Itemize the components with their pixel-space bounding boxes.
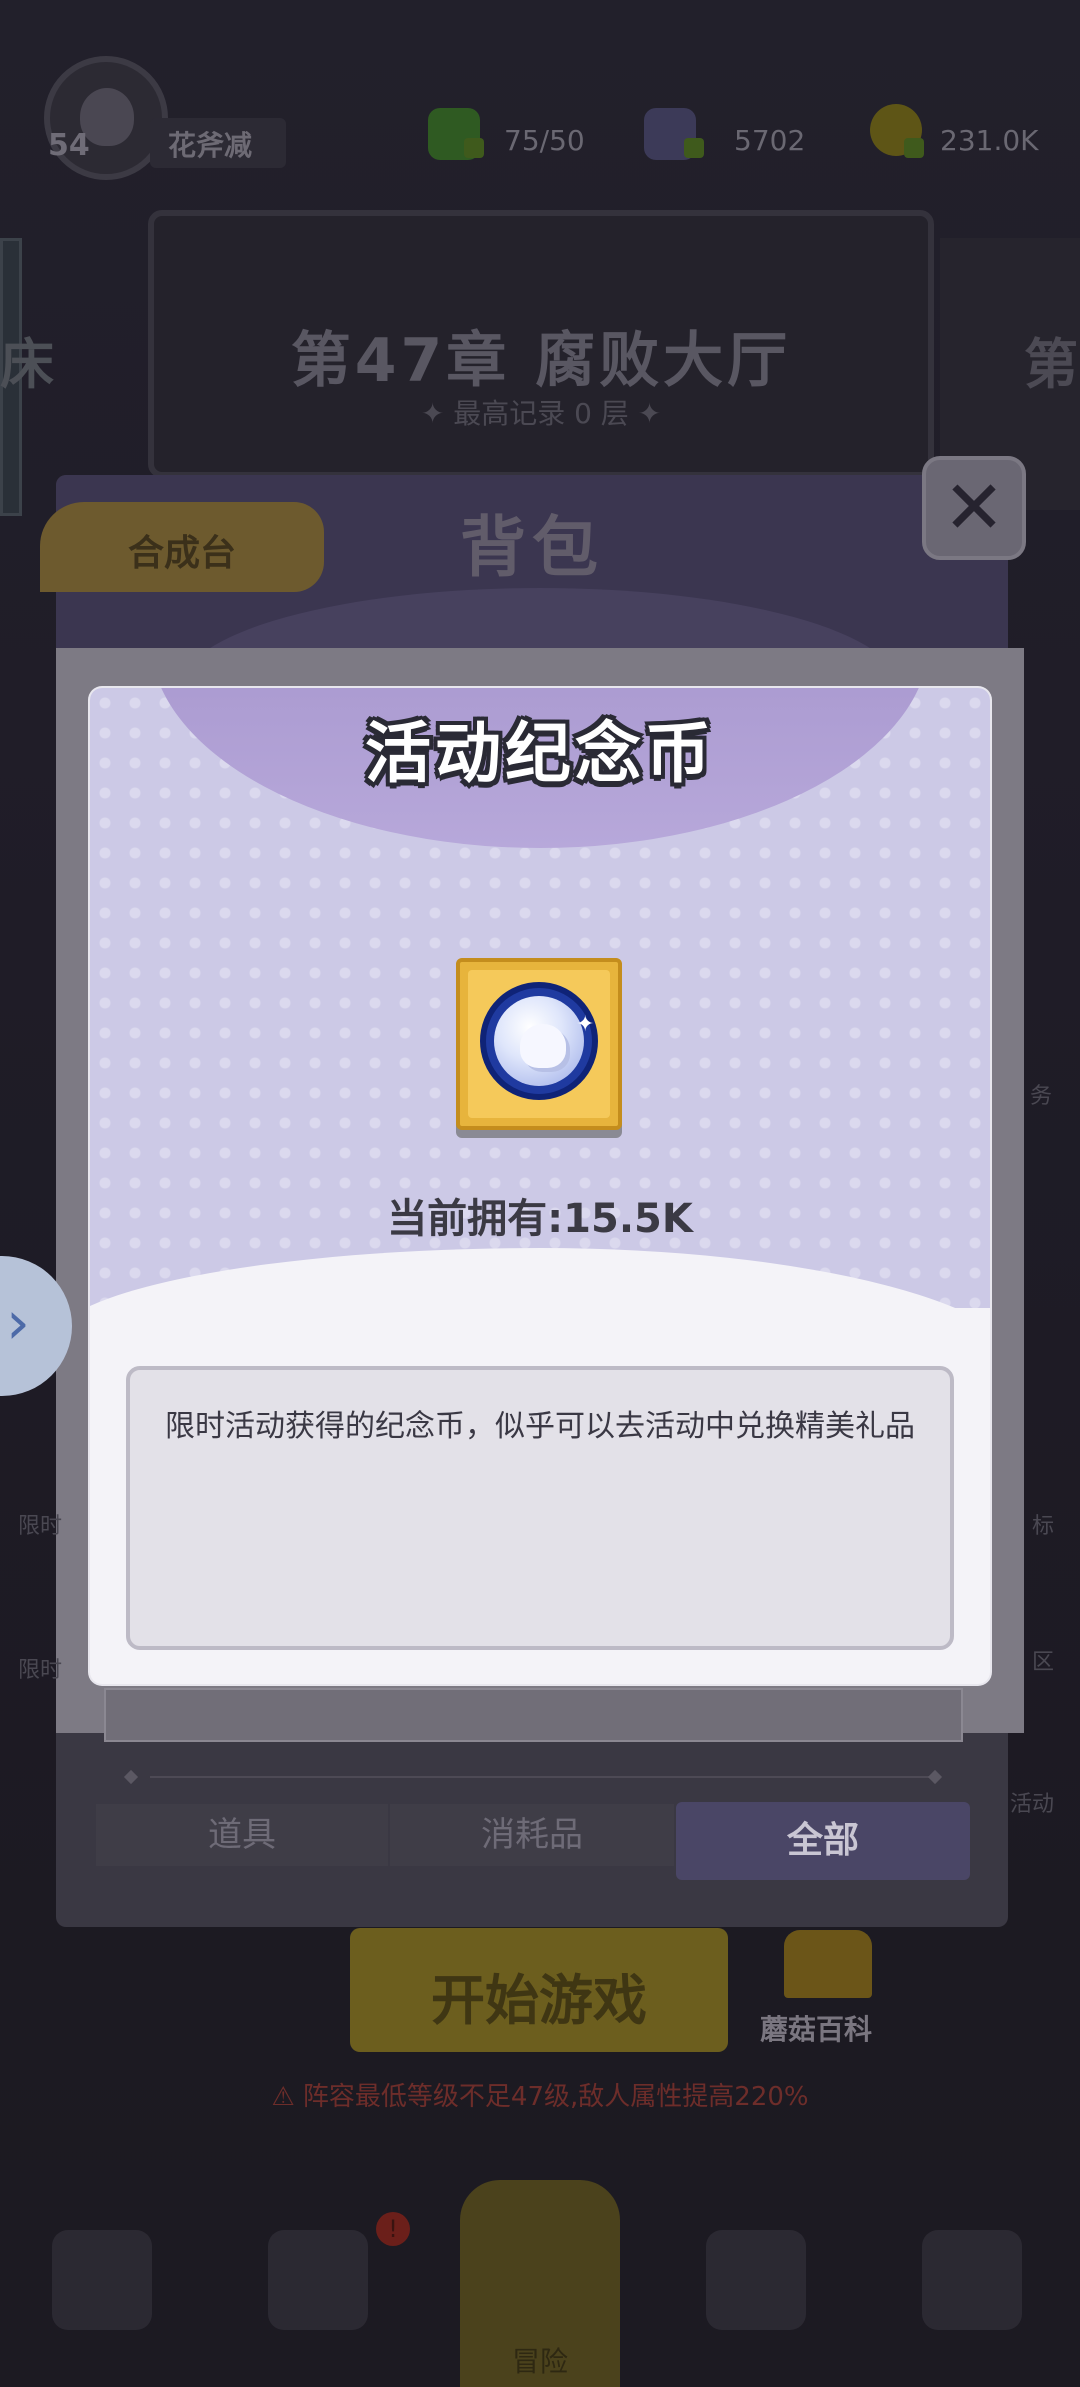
chevron-right-icon: › (6, 1288, 30, 1358)
right-menu-label-3: 活动 (1010, 1792, 1055, 1817)
coin-face: ✦ (494, 996, 594, 1086)
right-menu-label-2: 区 (1032, 1650, 1055, 1675)
left-menu-label-1: 限时 (18, 1514, 63, 1539)
level-warning: ⚠ 阵容最低等级不足47级,敌人属性提高220% (271, 2082, 809, 2112)
item-frame: ✦ (456, 958, 622, 1130)
energy-value: 75/50 (504, 124, 585, 157)
encyclopedia-icon[interactable] (784, 1930, 872, 1998)
coin-mushroom-emblem (520, 1024, 566, 1068)
gem-add-icon[interactable] (684, 138, 704, 158)
item-description: 限时活动获得的纪念币，似乎可以去活动中兑换精美礼品 (165, 1409, 915, 1444)
tab-all[interactable]: 全部 (676, 1802, 970, 1880)
gem-value: 5702 (734, 124, 806, 157)
memorial-coin-icon: ✦ (480, 982, 598, 1100)
backpack-title: 背包 (460, 509, 604, 586)
next-chapter-peek: 第 (1024, 333, 1078, 396)
close-icon: ✕ (942, 465, 1005, 551)
start-game-label: 开始游戏 (431, 1969, 647, 2032)
tabs-divider (150, 1776, 930, 1778)
nav-shop-icon[interactable] (706, 2230, 806, 2330)
nav-cards-icon[interactable] (52, 2230, 152, 2330)
popup-title: 活动纪念币 (365, 715, 715, 792)
player-level: 54 (48, 128, 90, 163)
encyclopedia-label: 蘑菇百科 (760, 2013, 873, 2046)
nav-team-icon[interactable] (268, 2230, 368, 2330)
chapter-title: 第47章 腐败大厅 (290, 326, 792, 396)
nav-profile-icon[interactable] (922, 2230, 1022, 2330)
owned-count: 当前拥有:15.5K (387, 1196, 693, 1242)
right-menu-label-1: 标 (1032, 1514, 1055, 1539)
notification-badge: ! (376, 2212, 410, 2246)
gold-value: 231.0K (940, 124, 1039, 157)
prev-chapter-peek: 床 (0, 333, 54, 396)
chapter-record: ✦ 最高记录 0 层 ✦ (420, 397, 662, 430)
energy-add-icon[interactable] (464, 138, 484, 158)
left-menu-label-2: 限时 (18, 1658, 63, 1683)
gold-add-icon[interactable] (904, 138, 924, 158)
tab-items[interactable]: 道具 (96, 1804, 388, 1866)
sparkle-icon: ✦ (576, 1012, 595, 1037)
nav-adventure-label: 冒险 (511, 2345, 568, 2378)
player-name: 花斧减 (168, 129, 253, 162)
inventory-strip (104, 1688, 963, 1742)
tab-consumables[interactable]: 消耗品 (390, 1804, 674, 1866)
right-menu-label-4: 务 (1030, 1084, 1053, 1109)
